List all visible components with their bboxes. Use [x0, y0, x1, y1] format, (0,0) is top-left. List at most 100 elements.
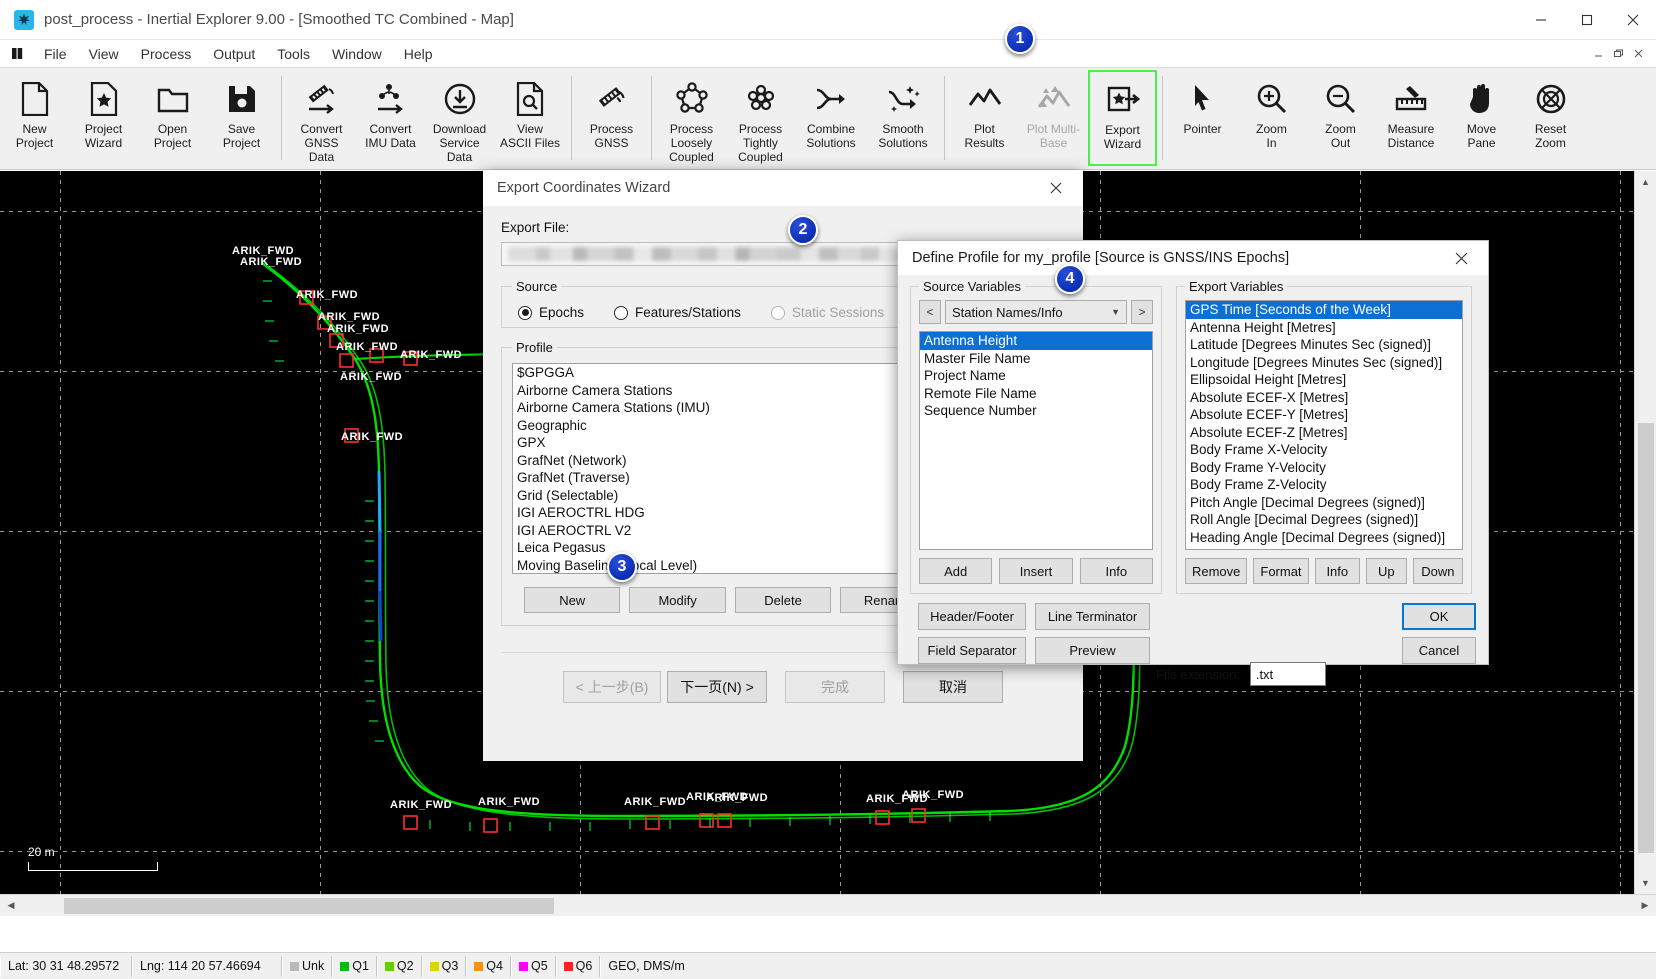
preview-button[interactable]: Preview [1035, 637, 1150, 664]
export-variable-item[interactable]: Antenna Height [Metres] [1186, 319, 1462, 337]
format-button[interactable]: Format [1253, 558, 1309, 584]
export-variable-item[interactable]: Roll Angle [Decimal Degrees (signed)] [1186, 511, 1462, 529]
maximize-icon[interactable] [1564, 0, 1610, 40]
minimize-icon[interactable] [1518, 0, 1564, 40]
export-variable-item[interactable]: Longitude [Degrees Minutes Sec (signed)] [1186, 354, 1462, 372]
close-icon[interactable] [1610, 0, 1656, 40]
map-vertical-scrollbar[interactable]: ▲ ▼ [1634, 171, 1656, 894]
toolbar-convert-gnss-data[interactable]: Convert GNSS Data [287, 70, 356, 166]
line-terminator-button[interactable]: Line Terminator [1035, 603, 1150, 630]
source-variables-listbox[interactable]: Antenna Height Master File Name Project … [919, 331, 1153, 550]
map-horizontal-scrollbar[interactable]: ◀ ▶ [0, 894, 1656, 916]
menu-process[interactable]: Process [130, 43, 203, 65]
remove-button[interactable]: Remove [1185, 558, 1248, 584]
export-variable-item[interactable]: Ellipsoidal Height [Metres] [1186, 371, 1462, 389]
source-variable-item[interactable]: Sequence Number [920, 402, 1152, 420]
toolbar-combine-solutions[interactable]: Combine Solutions [795, 70, 867, 166]
category-combobox[interactable]: Station Names/Info ▼ [945, 300, 1127, 324]
toolbar-convert-imu-data[interactable]: Convert IMU Data [356, 70, 425, 166]
export-variable-item[interactable]: Body Frame Z-Velocity [1186, 476, 1462, 494]
toolbar-move-pane[interactable]: Move Pane [1447, 70, 1516, 166]
hscroll-thumb[interactable] [64, 897, 554, 914]
toolbar-zoom-out[interactable]: Zoom Out [1306, 70, 1375, 166]
profile-modify-button[interactable]: Modify [629, 587, 726, 613]
hscroll-track[interactable] [22, 895, 1634, 917]
export-variable-item[interactable]: UTC Time [Seconds of the Week] [1186, 546, 1462, 549]
mdi-close-icon[interactable] [1628, 44, 1648, 64]
toolbar-download-service-data[interactable]: Download Service Data [425, 70, 494, 166]
toolbar-open-project[interactable]: Open Project [138, 70, 207, 166]
move-down-button[interactable]: Down [1412, 558, 1463, 584]
scroll-left-icon[interactable]: ◀ [0, 895, 22, 917]
export-variable-item[interactable]: Body Frame Y-Velocity [1186, 459, 1462, 477]
move-up-button[interactable]: Up [1366, 558, 1407, 584]
toolbar-plot-results[interactable]: Plot Results [950, 70, 1019, 166]
toolbar-reset-zoom[interactable]: Reset Zoom [1516, 70, 1585, 166]
export-variable-item[interactable]: Absolute ECEF-Y [Metres] [1186, 406, 1462, 424]
radio-features-stations[interactable]: Features/Stations [614, 305, 741, 320]
header-footer-button[interactable]: Header/Footer [918, 603, 1026, 630]
wizard-back-button[interactable]: < 上一步(B) [563, 671, 661, 703]
scroll-up-icon[interactable]: ▲ [1635, 171, 1656, 193]
add-button[interactable]: Add [919, 558, 993, 584]
close-icon[interactable] [1444, 243, 1478, 273]
wizard-next-button[interactable]: 下一页(N) > [667, 671, 767, 703]
menu-tools[interactable]: Tools [266, 43, 321, 65]
toolbar-process-tightly-coupled[interactable]: Process Tightly Coupled [726, 70, 795, 166]
toolbar-zoom-in[interactable]: Zoom In [1237, 70, 1306, 166]
window-controls [1518, 0, 1656, 40]
wizard-finish-button[interactable]: 完成 [785, 671, 885, 703]
insert-button[interactable]: Insert [999, 558, 1073, 584]
ok-button[interactable]: OK [1402, 603, 1476, 630]
export-variable-item[interactable]: Body Frame X-Velocity [1186, 441, 1462, 459]
toolbar-measure-distance[interactable]: Measure Distance [1375, 70, 1447, 166]
vscroll-thumb[interactable] [1637, 423, 1654, 853]
mdi-minimize-icon[interactable] [1588, 44, 1608, 64]
vscroll-track[interactable] [1635, 193, 1656, 872]
export-variables-listbox[interactable]: GPS Time [Seconds of the Week] Antenna H… [1185, 300, 1463, 550]
menu-view[interactable]: View [78, 43, 130, 65]
quality-label: Q4 [486, 959, 503, 973]
mdi-restore-icon[interactable] [1608, 44, 1628, 64]
export-variable-item[interactable]: Latitude [Degrees Minutes Sec (signed)] [1186, 336, 1462, 354]
export-variable-item[interactable]: Absolute ECEF-X [Metres] [1186, 389, 1462, 407]
source-info-button[interactable]: Info [1079, 558, 1153, 584]
toolbar-process-gnss[interactable]: Process GNSS [577, 70, 646, 166]
wizard-nav-row: < 上一步(B) 下一页(N) > 完成 取消 [501, 671, 1065, 703]
scroll-right-icon[interactable]: ▶ [1634, 895, 1656, 917]
source-variable-item[interactable]: Master File Name [920, 350, 1152, 368]
scroll-down-icon[interactable]: ▼ [1635, 872, 1656, 894]
toolbar-smooth-solutions[interactable]: Smooth Solutions [867, 70, 939, 166]
close-icon[interactable] [1039, 173, 1073, 203]
toolbar-view-ascii-files[interactable]: View ASCII Files [494, 70, 566, 166]
field-separator-button[interactable]: Field Separator [918, 637, 1026, 664]
toolbar-pointer[interactable]: Pointer [1168, 70, 1237, 166]
cancel-button[interactable]: Cancel [1402, 637, 1476, 664]
toolbar-save-project[interactable]: Save Project [207, 70, 276, 166]
export-variable-item-selected[interactable]: GPS Time [Seconds of the Week] [1186, 301, 1462, 319]
radio-static-sessions[interactable]: Static Sessions [770, 305, 884, 320]
source-variable-item-selected[interactable]: Antenna Height [920, 332, 1152, 350]
profile-new-button[interactable]: New [524, 587, 621, 613]
profile-delete-button[interactable]: Delete [734, 587, 832, 613]
export-info-button[interactable]: Info [1314, 558, 1361, 584]
category-prev-button[interactable]: < [919, 300, 941, 324]
menu-output[interactable]: Output [202, 43, 266, 65]
toolbar-plot-multi-base[interactable]: Plot Multi- Base [1019, 70, 1088, 166]
source-variable-item[interactable]: Remote File Name [920, 385, 1152, 403]
menu-help[interactable]: Help [393, 43, 444, 65]
wizard-cancel-button[interactable]: 取消 [903, 671, 1003, 703]
menu-file[interactable]: File [33, 43, 78, 65]
source-variable-item[interactable]: Project Name [920, 367, 1152, 385]
export-variable-item[interactable]: Absolute ECEF-Z [Metres] [1186, 424, 1462, 442]
export-variable-item[interactable]: Pitch Angle [Decimal Degrees (signed)] [1186, 494, 1462, 512]
toolbar-process-loosely-coupled[interactable]: Process Loosely Coupled [657, 70, 726, 166]
export-variable-item[interactable]: Heading Angle [Decimal Degrees (signed)] [1186, 529, 1462, 547]
file-extension-input[interactable]: .txt [1249, 662, 1326, 686]
radio-epochs[interactable]: Epochs [518, 305, 584, 320]
toolbar-project-wizard[interactable]: Project Wizard [69, 70, 138, 166]
toolbar-export-wizard[interactable]: Export Wizard [1088, 70, 1157, 166]
menu-window[interactable]: Window [321, 43, 393, 65]
toolbar-new-project[interactable]: New Project [0, 70, 69, 166]
category-next-button[interactable]: > [1131, 300, 1153, 324]
